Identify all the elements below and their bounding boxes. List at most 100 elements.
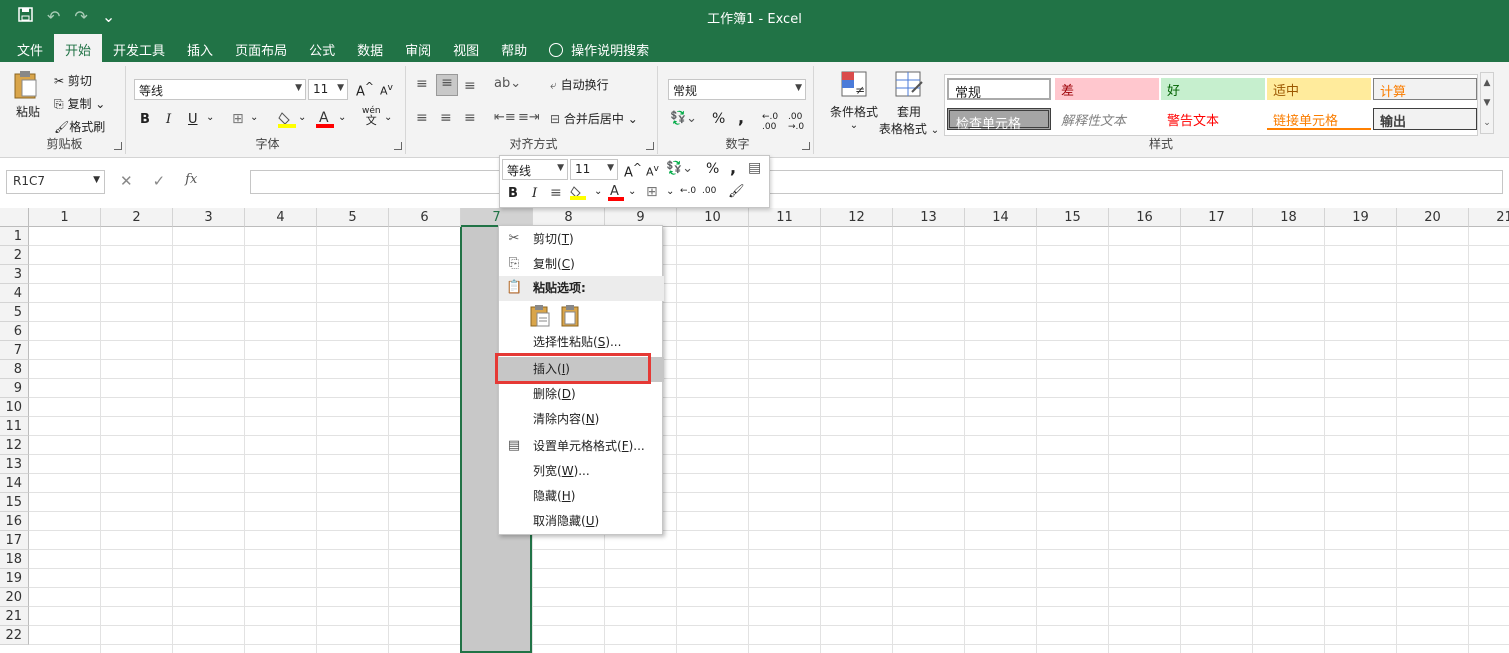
- row-header[interactable]: 19: [0, 569, 29, 588]
- column-header[interactable]: 17: [1181, 208, 1253, 227]
- tab-formulas[interactable]: 公式: [298, 34, 346, 62]
- column-header[interactable]: 18: [1253, 208, 1325, 227]
- column-header[interactable]: 2: [101, 208, 173, 227]
- row-header[interactable]: 13: [0, 455, 29, 474]
- row-header[interactable]: 18: [0, 550, 29, 569]
- comma-button[interactable]: ,: [738, 108, 744, 127]
- align-center-icon[interactable]: ≡: [550, 185, 562, 201]
- grow-font-button[interactable]: A^: [624, 161, 642, 180]
- wrap-text-button[interactable]: ⤶ 自动换行: [550, 76, 609, 93]
- menu-item-paste-special[interactable]: 选择性粘贴(S)...: [499, 330, 664, 355]
- style-good[interactable]: 好: [1161, 78, 1265, 100]
- tab-insert[interactable]: 插入: [176, 34, 224, 62]
- row-header[interactable]: 4: [0, 284, 29, 303]
- row-header[interactable]: 17: [0, 531, 29, 550]
- menu-item-copy[interactable]: ⎘ 复制(C): [499, 252, 664, 277]
- tab-help[interactable]: 帮助: [490, 34, 538, 62]
- grow-font-button[interactable]: A^: [356, 80, 374, 99]
- format-painter-button[interactable]: 🖌格式刷: [54, 118, 105, 135]
- row-header[interactable]: 8: [0, 360, 29, 379]
- style-bad[interactable]: 差: [1055, 78, 1159, 100]
- mini-font-select[interactable]: 等线 ▼: [502, 159, 568, 180]
- menu-item-delete[interactable]: 删除(D): [499, 382, 664, 407]
- bold-button[interactable]: B: [140, 112, 150, 127]
- copy-button[interactable]: ⎘ 复制 ⌄: [54, 95, 105, 112]
- row-header[interactable]: 5: [0, 303, 29, 322]
- fill-color-button[interactable]: [278, 110, 296, 131]
- increase-decimal-icon[interactable]: ←.0: [680, 186, 696, 196]
- worksheet-grid[interactable]: 1 2 3 4 5 6 7 8 9 10 11 12 13 14 15 16 17 18 19 20 21 123456…: [0, 208, 1509, 653]
- chevron-down-icon[interactable]: ⌄: [628, 186, 636, 197]
- font-color-button[interactable]: A: [608, 183, 624, 204]
- column-header[interactable]: 11: [749, 208, 821, 227]
- column-header[interactable]: 14: [965, 208, 1037, 227]
- tab-page-layout[interactable]: 页面布局: [224, 34, 298, 62]
- tab-home[interactable]: 开始: [54, 34, 103, 62]
- row-header[interactable]: 14: [0, 474, 29, 493]
- format-as-table-button[interactable]: 套用 表格格式 ⌄: [876, 70, 942, 137]
- style-normal[interactable]: 常规: [947, 78, 1051, 101]
- column-header[interactable]: 6: [389, 208, 461, 227]
- column-header[interactable]: 15: [1037, 208, 1109, 227]
- accounting-icon[interactable]: 💱⌄: [670, 111, 697, 126]
- column-header[interactable]: 10: [677, 208, 749, 227]
- style-check-cell[interactable]: 检查单元格: [947, 108, 1051, 132]
- column-header[interactable]: 3: [173, 208, 245, 227]
- column-header[interactable]: 4: [245, 208, 317, 227]
- dialog-launcher-icon[interactable]: [114, 142, 122, 150]
- paste-button[interactable]: 粘贴: [12, 70, 44, 126]
- gallery-scroll[interactable]: ▲ ▼ ⌄: [1480, 72, 1494, 134]
- fx-icon[interactable]: fx: [185, 172, 197, 190]
- shrink-font-button[interactable]: Av: [380, 82, 393, 98]
- row-header[interactable]: 7: [0, 341, 29, 360]
- dialog-launcher-icon[interactable]: [646, 142, 654, 150]
- column-header[interactable]: 1: [29, 208, 101, 227]
- column-header[interactable]: 12: [821, 208, 893, 227]
- row-header[interactable]: 2: [0, 246, 29, 265]
- row-header[interactable]: 6: [0, 322, 29, 341]
- align-center-icon[interactable]: ≡: [440, 110, 452, 126]
- select-all-corner[interactable]: [0, 208, 29, 227]
- percent-button[interactable]: %: [706, 161, 719, 177]
- fill-color-button[interactable]: [570, 184, 586, 203]
- brush-icon[interactable]: 🖌: [728, 184, 745, 199]
- font-name-select[interactable]: 等线 ▼: [134, 79, 306, 100]
- underline-button[interactable]: U: [188, 112, 198, 127]
- column-header[interactable]: 13: [893, 208, 965, 227]
- row-header[interactable]: 15: [0, 493, 29, 512]
- tab-file[interactable]: 文件: [6, 34, 54, 62]
- merge-center-button[interactable]: ⊟ 合并后居中 ⌄: [550, 110, 638, 127]
- comma-button[interactable]: ,: [730, 158, 736, 177]
- style-warning[interactable]: 警告文本: [1161, 108, 1265, 130]
- row-header[interactable]: 9: [0, 379, 29, 398]
- align-left-icon[interactable]: ≡: [416, 110, 428, 126]
- style-linked-cell[interactable]: 链接单元格: [1267, 108, 1371, 130]
- menu-item-hide[interactable]: 隐藏(H): [499, 484, 664, 509]
- tab-data[interactable]: 数据: [346, 34, 394, 62]
- tab-review[interactable]: 审阅: [394, 34, 442, 62]
- enter-icon[interactable]: ✓: [153, 172, 166, 190]
- increase-indent-icon[interactable]: ≡⇥: [518, 110, 540, 125]
- column-header[interactable]: 21: [1469, 208, 1509, 227]
- chevron-down-icon[interactable]: ⌄: [594, 186, 602, 197]
- tab-view[interactable]: 视图: [442, 34, 490, 62]
- font-size-select[interactable]: 11 ▼: [308, 79, 348, 100]
- row-header[interactable]: 11: [0, 417, 29, 436]
- percent-button[interactable]: %: [712, 111, 725, 127]
- align-middle-icon[interactable]: ≡: [436, 74, 458, 96]
- chevron-down-icon[interactable]: ⌄: [206, 112, 214, 123]
- shrink-font-button[interactable]: Av: [646, 163, 659, 179]
- number-format-select[interactable]: 常规 ▼: [668, 79, 806, 100]
- phonetic-button[interactable]: wén 文: [362, 106, 381, 126]
- dialog-launcher-icon[interactable]: [394, 142, 402, 150]
- format-cells-icon[interactable]: ▤: [748, 160, 761, 176]
- align-right-icon[interactable]: ≡: [464, 110, 476, 126]
- increase-decimal-icon[interactable]: ←.0.00: [762, 112, 778, 132]
- chevron-down-icon[interactable]: ⌄: [250, 112, 258, 123]
- decrease-decimal-icon[interactable]: .00: [702, 186, 716, 196]
- menu-item-cut[interactable]: ✂ 剪切(T): [499, 227, 664, 252]
- dialog-launcher-icon[interactable]: [802, 142, 810, 150]
- accounting-icon[interactable]: 💱⌄: [666, 161, 693, 176]
- border-icon[interactable]: ⊞: [646, 184, 658, 200]
- paste-icon[interactable]: [529, 304, 551, 328]
